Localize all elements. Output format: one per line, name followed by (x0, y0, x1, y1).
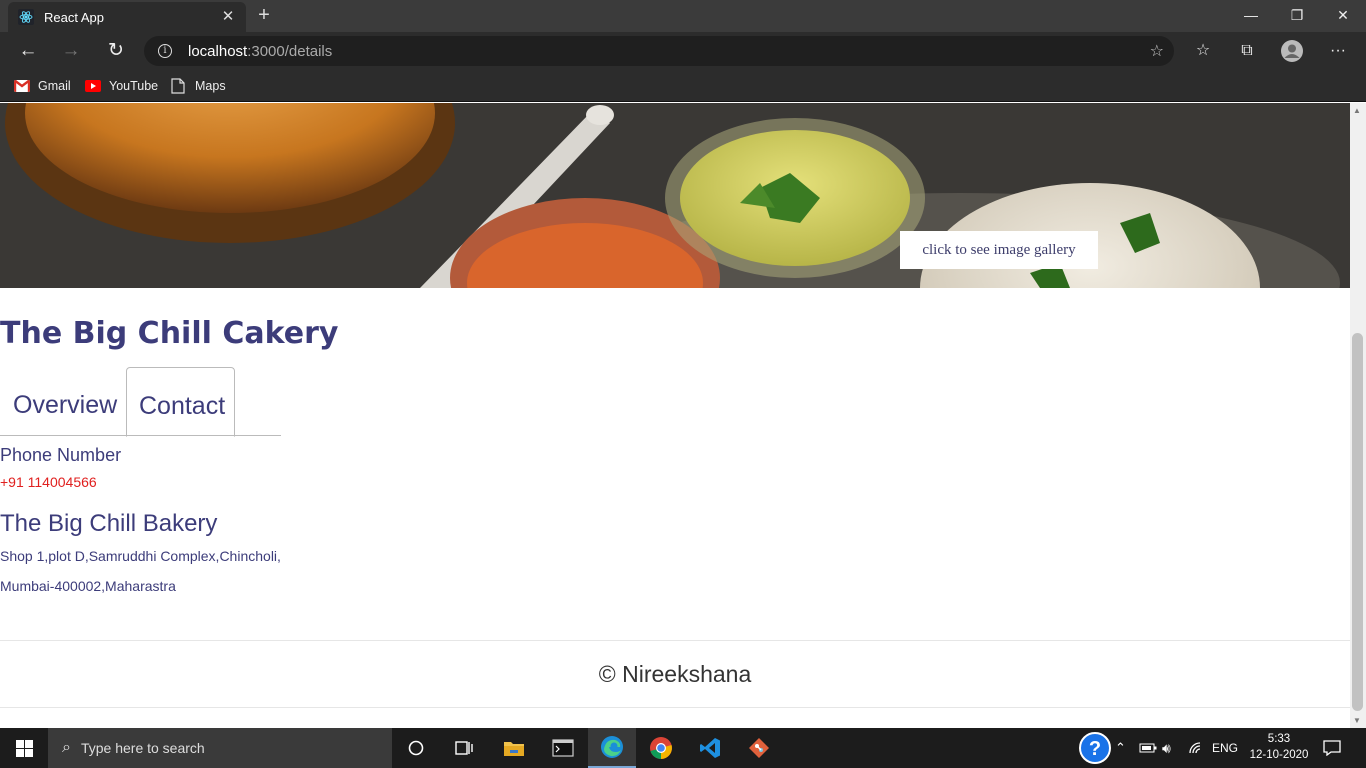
tab-overview[interactable]: Overview (13, 367, 117, 436)
bookmarks-bar: Gmail YouTube Maps (0, 70, 1366, 102)
help-icon[interactable]: ? (1078, 728, 1112, 768)
bookmark-label: Gmail (38, 79, 71, 93)
favorite-star-icon[interactable]: ☆ (1150, 41, 1164, 61)
collections-icon[interactable]: ⧉ (1232, 36, 1262, 66)
cortana-icon[interactable] (392, 728, 440, 768)
page-scrollbar[interactable]: ▲ ▼ (1350, 103, 1366, 728)
address-bar[interactable]: i localhost :3000/details ☆ (144, 36, 1174, 66)
scroll-up-icon[interactable]: ▲ (1353, 106, 1361, 115)
terminal-icon[interactable] (539, 728, 587, 768)
close-tab-icon[interactable]: ✕ (218, 7, 238, 27)
windows-taskbar: ⌕ Type here to search ? ⌃ 🔊︎ ENG 5:33 12… (0, 728, 1366, 768)
edge-browser-icon[interactable] (588, 728, 636, 768)
browser-tab[interactable]: React App ✕ (8, 2, 246, 32)
bookmark-label: Maps (195, 79, 226, 93)
scrollbar-thumb[interactable] (1352, 333, 1363, 711)
svg-text:?: ? (1089, 738, 1101, 760)
new-tab-icon[interactable]: + (252, 3, 276, 27)
back-icon[interactable]: ← (13, 36, 43, 66)
address-line-1: Shop 1,plot D,Samruddhi Complex,Chinchol… (0, 548, 281, 564)
youtube-icon (85, 80, 101, 92)
taskbar-search-box[interactable]: ⌕ Type here to search (48, 728, 392, 768)
scroll-down-icon[interactable]: ▼ (1353, 716, 1361, 725)
tab-contact[interactable]: Contact (126, 367, 235, 437)
restaurant-name: The Big Chill Cakery (0, 316, 339, 351)
chrome-icon[interactable] (637, 728, 685, 768)
page-viewport: click to see image gallery The Big Chill… (0, 103, 1350, 728)
forward-icon[interactable]: → (56, 36, 86, 66)
system-clock[interactable]: 5:33 12-10-2020 (1246, 731, 1312, 763)
bookmark-gmail[interactable]: Gmail (14, 76, 71, 96)
favorites-icon[interactable]: ☆ (1188, 36, 1218, 66)
phone-number-label: Phone Number (0, 445, 122, 465)
url-host: localhost (188, 42, 248, 60)
page-footer: © Nireekshana (0, 640, 1350, 708)
language-indicator[interactable]: ENG (1212, 728, 1238, 768)
clock-time: 5:33 (1267, 733, 1291, 745)
task-view-icon[interactable] (440, 728, 488, 768)
profile-avatar-icon[interactable] (1277, 36, 1307, 66)
more-menu-icon[interactable]: ··· (1323, 36, 1353, 66)
file-explorer-icon[interactable] (490, 728, 538, 768)
clock-date: 12-10-2020 (1249, 749, 1309, 761)
bookmark-maps[interactable]: Maps (171, 76, 226, 96)
vscode-icon[interactable] (686, 728, 734, 768)
notifications-icon[interactable] (1323, 728, 1341, 768)
gmail-icon (14, 80, 30, 92)
bookmark-label: YouTube (109, 79, 159, 93)
url-path: :3000/details (247, 42, 333, 60)
info-icon[interactable]: i (158, 44, 172, 58)
page-icon (171, 78, 185, 94)
browser-toolbar: ← → ↻ i localhost :3000/details ☆ ☆ ⧉ ··… (0, 32, 1366, 70)
show-hidden-icons-icon[interactable]: ⌃ (1115, 728, 1126, 768)
volume-icon[interactable]: 🔊︎ (1162, 728, 1171, 768)
restore-icon[interactable]: ❐ (1274, 0, 1320, 32)
search-icon: ⌕ (62, 739, 71, 756)
git-client-icon[interactable] (735, 728, 783, 768)
windows-start-icon[interactable] (0, 728, 48, 768)
details-tabs: Overview Contact (0, 367, 281, 437)
image-gallery-button[interactable]: click to see image gallery (900, 231, 1098, 269)
battery-icon[interactable] (1139, 728, 1157, 768)
react-icon (18, 9, 34, 25)
branch-name: The Big Chill Bakery (0, 510, 218, 537)
refresh-icon[interactable]: ↻ (101, 36, 131, 66)
food-photo (0, 103, 1350, 288)
tab-title: React App (44, 9, 104, 25)
address-line-2: Mumbai-400002,Maharastra (0, 578, 176, 594)
network-icon[interactable] (1188, 728, 1204, 768)
browser-tab-bar: React App ✕ + — ❐ ✕ (0, 0, 1366, 32)
minimize-icon[interactable]: — (1228, 0, 1274, 32)
search-placeholder: Type here to search (80, 740, 205, 756)
bookmark-youtube[interactable]: YouTube (85, 76, 158, 96)
phone-number-value: +91 114004566 (0, 474, 97, 490)
hero-image: click to see image gallery (0, 103, 1350, 288)
window-close-icon[interactable]: ✕ (1320, 0, 1366, 32)
